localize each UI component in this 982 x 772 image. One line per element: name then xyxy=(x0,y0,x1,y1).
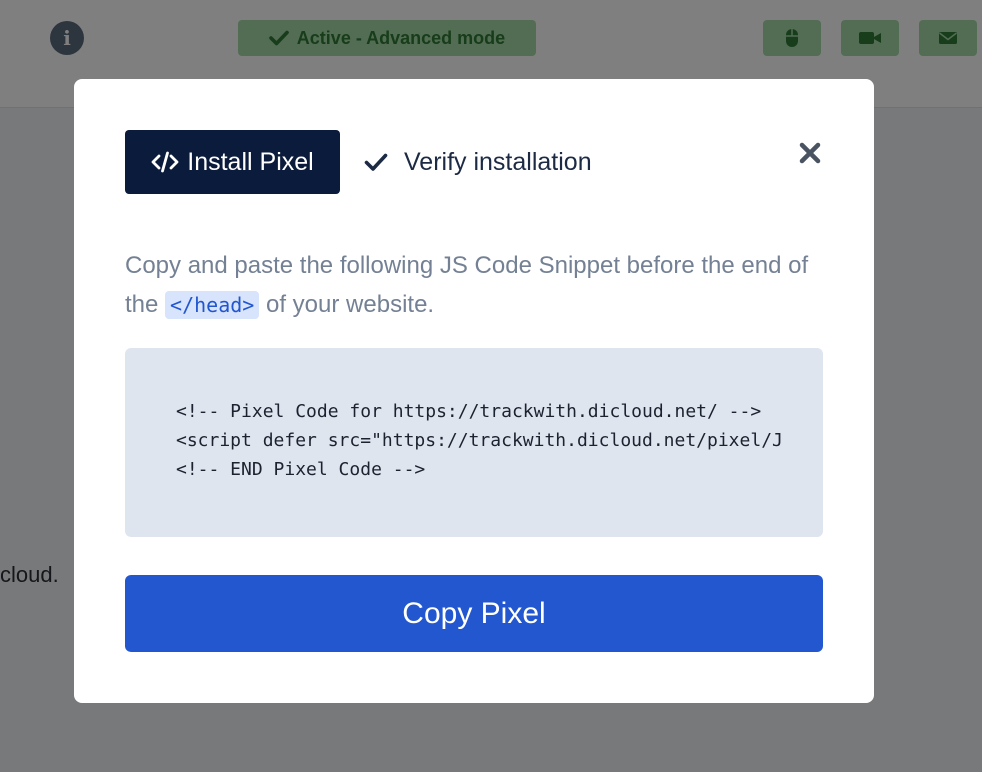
tab-verify-installation[interactable]: Verify installation xyxy=(364,130,592,194)
copy-pixel-button[interactable]: Copy Pixel xyxy=(125,575,823,652)
instructions-after: of your website. xyxy=(259,291,435,318)
code-line: <script defer src="https://trackwith.dic… xyxy=(176,430,783,451)
checkmark-icon xyxy=(364,153,388,171)
install-pixel-modal: Install Pixel Verify installation Copy a… xyxy=(74,79,874,703)
close-icon xyxy=(799,142,821,164)
tab-install-pixel[interactable]: Install Pixel xyxy=(125,130,340,194)
tab-verify-label: Verify installation xyxy=(404,147,592,176)
instructions-text: Copy and paste the following JS Code Sni… xyxy=(125,246,825,325)
code-icon xyxy=(151,151,179,173)
code-snippet: <!-- Pixel Code for https://trackwith.di… xyxy=(176,397,783,484)
close-button[interactable] xyxy=(796,139,824,167)
code-line: <!-- Pixel Code for https://trackwith.di… xyxy=(176,401,762,422)
code-line: <!-- END Pixel Code --> xyxy=(176,459,426,480)
code-snippet-box[interactable]: <!-- Pixel Code for https://trackwith.di… xyxy=(125,348,823,537)
head-tag-code: </head> xyxy=(165,291,260,319)
tab-install-label: Install Pixel xyxy=(187,147,314,176)
